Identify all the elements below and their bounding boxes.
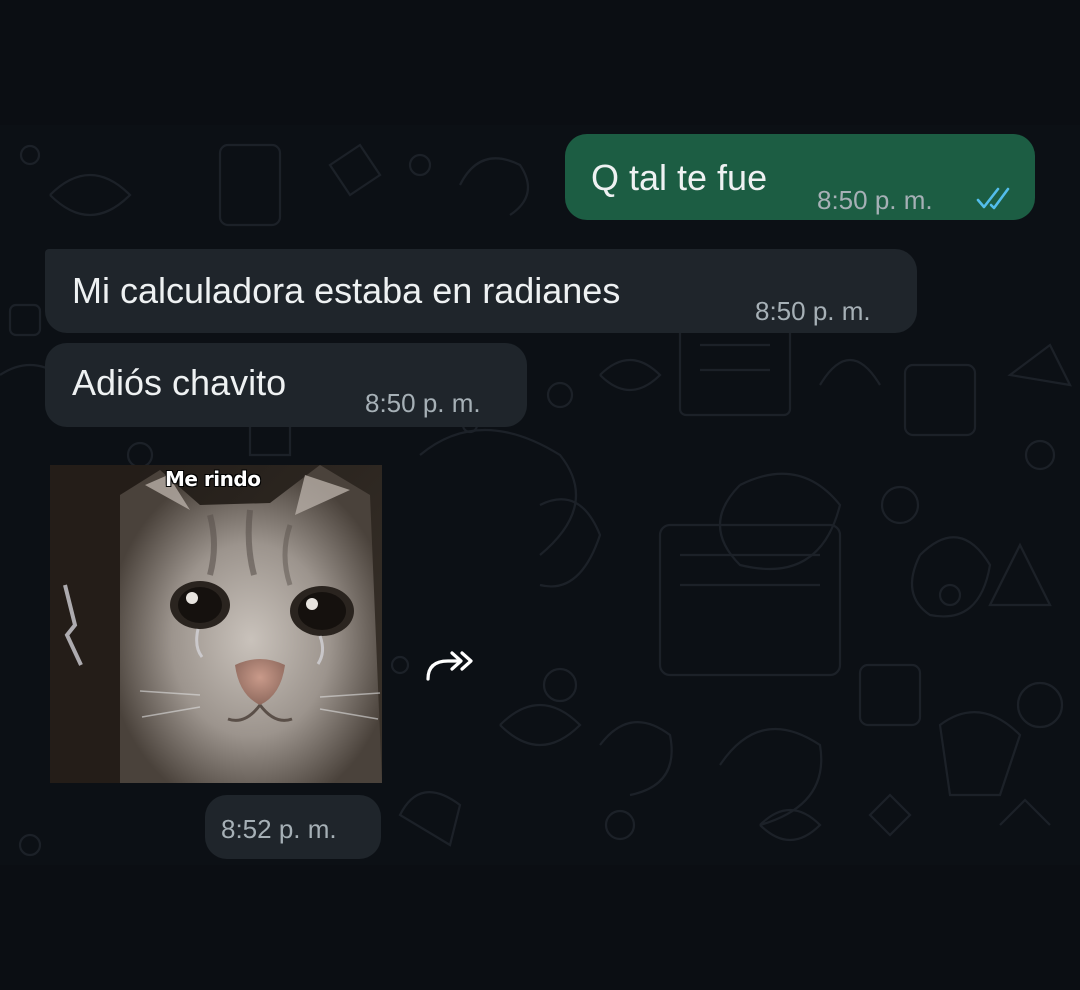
screen: Q tal te fue 8:50 p. m. Mi calculadora e… (0, 0, 1080, 990)
incoming-message-bubble[interactable]: Mi calculadora estaba en radianes 8:50 p… (45, 249, 917, 333)
message-text: Adiós chavito (72, 362, 287, 403)
cat-sticker[interactable]: Me rindo (50, 465, 382, 783)
forward-button[interactable] (418, 635, 482, 699)
incoming-message-bubble[interactable]: Adiós chavito 8:50 p. m. (45, 343, 527, 427)
chat-area[interactable]: Q tal te fue 8:50 p. m. Mi calculadora e… (0, 125, 1080, 865)
crying-cat-image (50, 465, 382, 783)
forward-icon (422, 645, 478, 690)
outgoing-message-bubble[interactable]: Q tal te fue 8:50 p. m. (565, 134, 1035, 220)
sticker-time-pill: 8:52 p. m. (205, 795, 381, 859)
message-time: 8:50 p. m. (365, 388, 481, 418)
sticker-caption: Me rindo (165, 467, 261, 491)
message-time: 8:50 p. m. (817, 185, 933, 215)
message-time: 8:52 p. m. (221, 814, 337, 844)
message-text: Q tal te fue (591, 157, 768, 198)
message-text: Mi calculadora estaba en radianes (72, 270, 621, 311)
read-double-check-icon (975, 186, 1015, 217)
message-time: 8:50 p. m. (755, 296, 871, 326)
